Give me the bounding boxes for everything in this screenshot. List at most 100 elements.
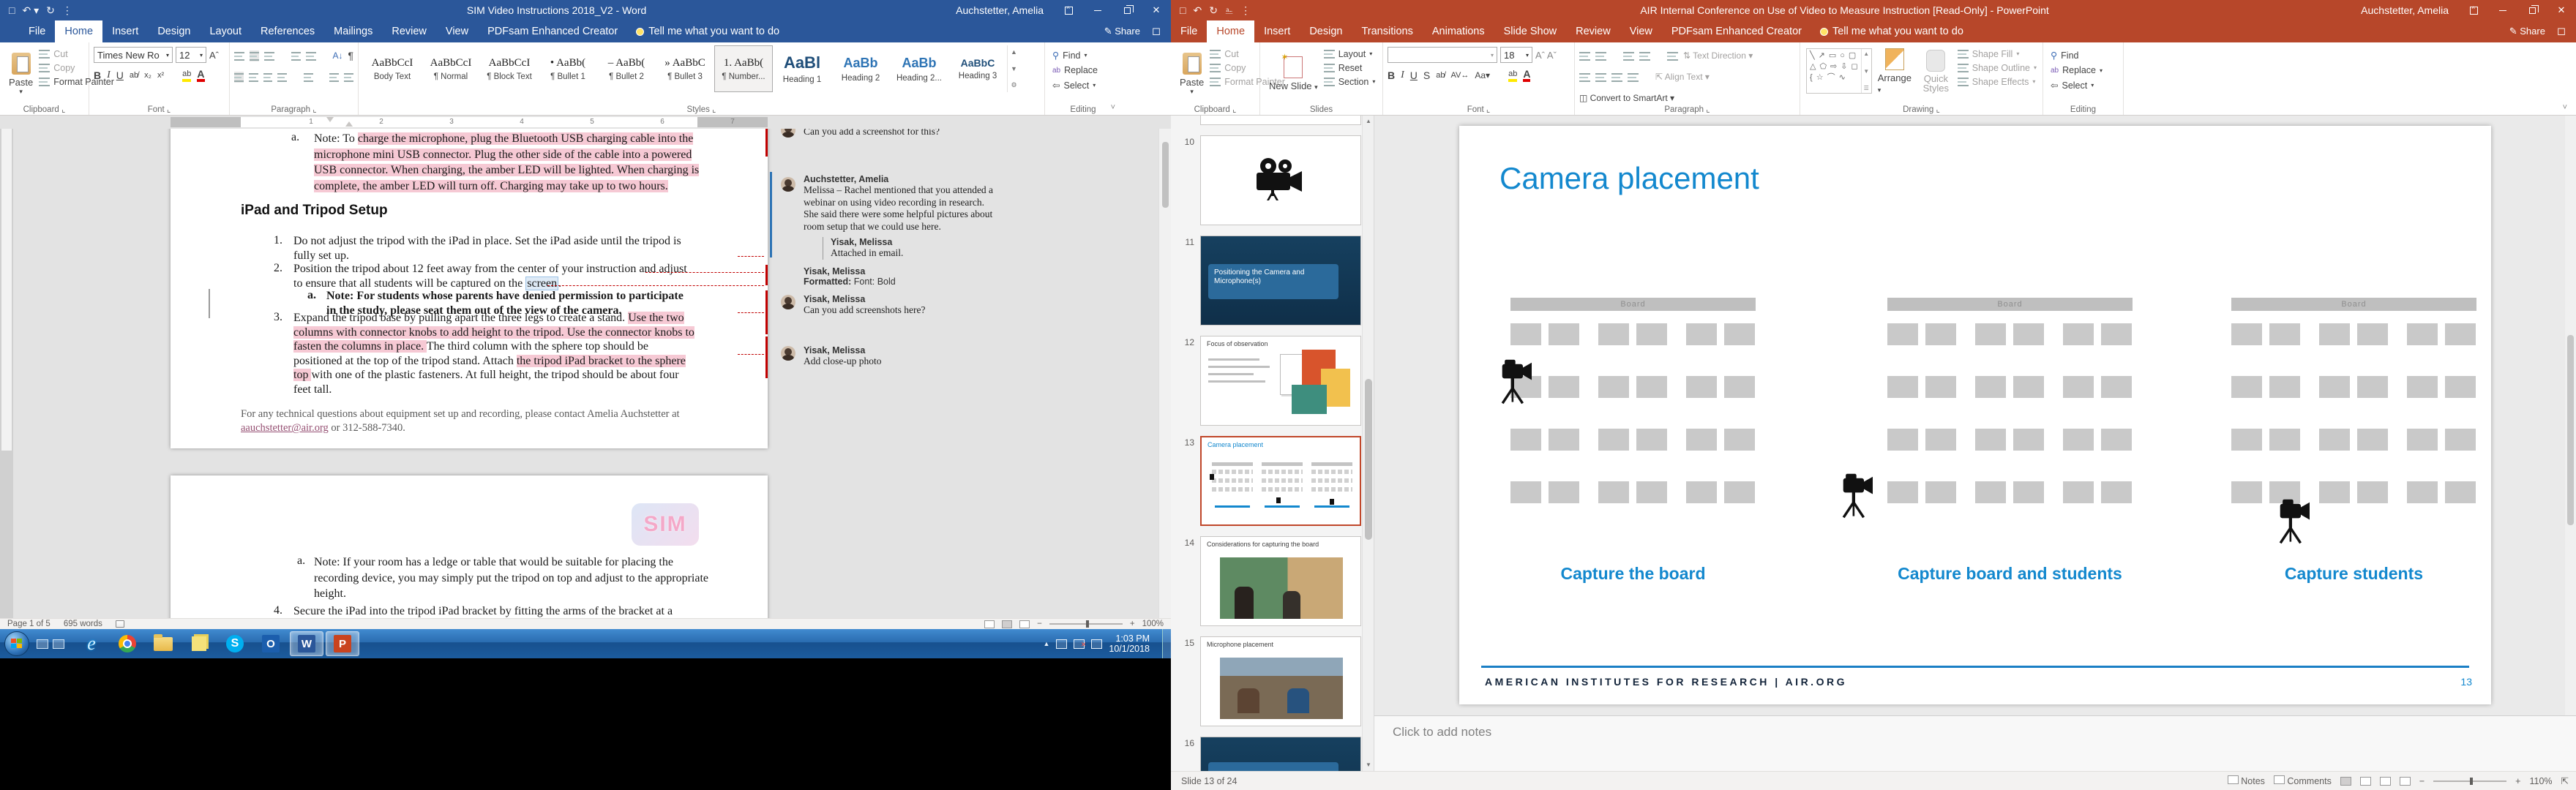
style-card[interactable]: AaBbCcI Body Text xyxy=(363,45,422,92)
subscript-button[interactable]: x₂ xyxy=(144,71,151,80)
highlight-color-button[interactable]: ab xyxy=(182,69,191,82)
ppt-account-name[interactable]: Auchstetter, Amelia xyxy=(2361,4,2449,16)
numbering-icon[interactable] xyxy=(1595,50,1606,61)
zoom-slider[interactable] xyxy=(1049,623,1123,625)
scrollbar-thumb[interactable] xyxy=(1365,379,1372,540)
shape-arrow-icon[interactable]: ↗ xyxy=(1819,51,1825,61)
fit-slide-icon[interactable]: ⇱ xyxy=(2561,775,2569,786)
numbering-icon[interactable] xyxy=(250,50,260,61)
shape-scribble-icon[interactable]: ∿ xyxy=(1839,73,1846,83)
page-indicator[interactable]: Page 1 of 5 xyxy=(7,620,50,628)
minimize-button[interactable] xyxy=(1083,0,1112,20)
ppt-tab[interactable]: Animations xyxy=(1423,20,1494,42)
shape-fill-button[interactable]: Shape Fill ▾ xyxy=(1958,48,2037,59)
save-icon[interactable]: □ xyxy=(9,4,15,16)
zoom-out-icon[interactable]: − xyxy=(1037,620,1042,628)
action-center-icon[interactable] xyxy=(1056,639,1067,649)
word-document-area[interactable]: a. Note: To charge the microphone, plug … xyxy=(0,129,1171,618)
style-card[interactable]: AaBbC Heading 3 xyxy=(948,45,1007,92)
shape-brace-icon[interactable]: { xyxy=(1810,73,1813,83)
read-mode-icon[interactable] xyxy=(984,620,995,628)
restore-button[interactable] xyxy=(1112,0,1142,20)
start-slideshow-icon[interactable]: ⎁ xyxy=(1225,4,1233,17)
bullets-icon[interactable] xyxy=(1579,50,1590,61)
text-direction-button[interactable]: ⇅ Text Direction ▾ xyxy=(1683,50,1753,61)
scrollbar-thumb[interactable] xyxy=(1162,142,1169,208)
slide-sorter-view-icon[interactable] xyxy=(2360,777,2371,786)
align-text-button[interactable]: ⇱ Align Text ▾ xyxy=(1655,72,1710,82)
thumbnail-slide-13-selected[interactable]: Camera placement xyxy=(1200,436,1361,526)
notes-placeholder[interactable]: Click to add notes xyxy=(1393,725,1491,740)
taskbar-app[interactable] xyxy=(182,631,216,656)
line-spacing-icon[interactable] xyxy=(304,72,313,83)
share-button[interactable]: ✎ Share xyxy=(2509,26,2545,37)
comment-cut-top[interactable]: Can you add a screenshot for this? xyxy=(804,129,1017,138)
comments-icon[interactable]: ◻ xyxy=(1152,26,1161,37)
show-desktop-small-icon[interactable] xyxy=(37,639,48,649)
style-card[interactable]: AaBb Heading 2 xyxy=(831,45,890,92)
word-tab[interactable]: PDFsam Enhanced Creator xyxy=(478,20,627,42)
taskbar-clock[interactable]: 1:03 PM 10/1/2018 xyxy=(1109,633,1156,654)
replace-button[interactable]: abReplace xyxy=(1052,65,1114,75)
minimize-button[interactable] xyxy=(2488,0,2517,20)
reset-button[interactable]: Reset xyxy=(1324,62,1376,73)
horizontal-ruler[interactable]: 1234567 xyxy=(0,116,1171,129)
slide-indicator[interactable]: Slide 13 of 24 xyxy=(1171,776,1237,786)
font-size-combo[interactable]: 18▾ xyxy=(1500,47,1532,63)
shape-arc-icon[interactable]: ⌒ xyxy=(1827,73,1835,83)
style-card[interactable]: AaBb Heading 2... xyxy=(890,45,948,92)
collapse-ribbon-icon[interactable]: ˅ xyxy=(2563,103,2567,112)
print-layout-icon[interactable] xyxy=(1002,620,1012,628)
taskbar-app[interactable]: P xyxy=(326,631,359,656)
shape-oval-icon[interactable]: ○ xyxy=(1840,51,1845,61)
grow-font-icon[interactable]: Aˆ xyxy=(209,50,219,61)
word-tab[interactable]: Insert xyxy=(102,20,148,42)
web-layout-icon[interactable] xyxy=(1019,620,1030,628)
camera-icon[interactable] xyxy=(2275,492,2313,544)
sort-icon[interactable]: A↓ xyxy=(332,50,342,61)
character-spacing-button[interactable]: AV↔ xyxy=(1451,71,1469,80)
camera-icon[interactable] xyxy=(1497,352,1535,405)
thumbnail-scrollbar[interactable]: ▲ ▼ xyxy=(1362,116,1374,771)
word-tab[interactable]: Mailings xyxy=(324,20,382,42)
comments-toggle[interactable]: Comments xyxy=(2274,775,2332,786)
document-page-1[interactable]: a. Note: To charge the microphone, plug … xyxy=(171,129,768,448)
word-tab[interactable]: View xyxy=(436,20,478,42)
layout-button[interactable]: Layout ▾ xyxy=(1324,48,1376,59)
style-card[interactable]: AaBl Heading 1 xyxy=(773,45,831,92)
email-link[interactable]: aauchstetter@air.org xyxy=(241,422,329,434)
style-card[interactable]: • AaBb( ¶ Bullet 1 xyxy=(539,45,597,92)
taskbar-app[interactable]: e xyxy=(75,631,108,656)
increase-indent-icon[interactable] xyxy=(1639,50,1650,61)
shading-icon[interactable] xyxy=(329,72,339,83)
thumbnail-slide-9-partial[interactable] xyxy=(1200,116,1361,125)
smartart-button[interactable]: ◫ Convert to SmartArt ▾ xyxy=(1579,93,1674,103)
bullets-icon[interactable] xyxy=(234,50,244,61)
font-name-combo[interactable]: Times New Ro▾ xyxy=(94,47,173,63)
document-page-2[interactable]: SIM a. Note: If your room has a ledge or… xyxy=(171,475,768,618)
font-color-button[interactable]: A xyxy=(197,69,204,82)
styles-scrollbar[interactable]: ▲▼⚙ xyxy=(1007,45,1020,92)
ppt-tab[interactable]: Design xyxy=(1300,20,1352,42)
thumbnail-slide-14[interactable]: Considerations for capturing the board xyxy=(1200,536,1361,626)
thumbnail-slide-15[interactable]: Microphone placement xyxy=(1200,636,1361,726)
shape-callout-icon[interactable]: ◻ xyxy=(1851,62,1857,72)
superscript-button[interactable]: x² xyxy=(157,71,164,80)
shape-triangle-icon[interactable]: △ xyxy=(1810,62,1816,72)
replace-button[interactable]: abReplace ▾ xyxy=(2051,65,2116,75)
diagram-caption[interactable]: Capture the board xyxy=(1496,564,1770,584)
hidden-icons-arrow[interactable]: ▲ xyxy=(1043,640,1049,647)
grow-font-icon[interactable]: Aˆ Aˇ xyxy=(1535,50,1557,61)
word-tab[interactable]: Review xyxy=(382,20,436,42)
first-line-indent-marker[interactable] xyxy=(326,117,334,122)
shape-outline-button[interactable]: Shape Outline ▾ xyxy=(1958,62,2037,73)
zoom-out-icon[interactable]: − xyxy=(2419,776,2425,786)
align-right-icon[interactable] xyxy=(1611,72,1622,83)
comments-icon[interactable]: ◻ xyxy=(2557,26,2566,37)
collapse-ribbon-icon[interactable]: ˅ xyxy=(1111,103,1115,112)
scrollbar-thumb[interactable] xyxy=(2567,335,2574,525)
new-slide-button[interactable]: New Slide ▾ xyxy=(1265,45,1322,102)
thumbnail-slide-12[interactable]: Focus of observation xyxy=(1200,336,1361,426)
borders-icon[interactable] xyxy=(344,72,353,83)
find-button[interactable]: ⚲Find ▾ xyxy=(1052,50,1114,61)
